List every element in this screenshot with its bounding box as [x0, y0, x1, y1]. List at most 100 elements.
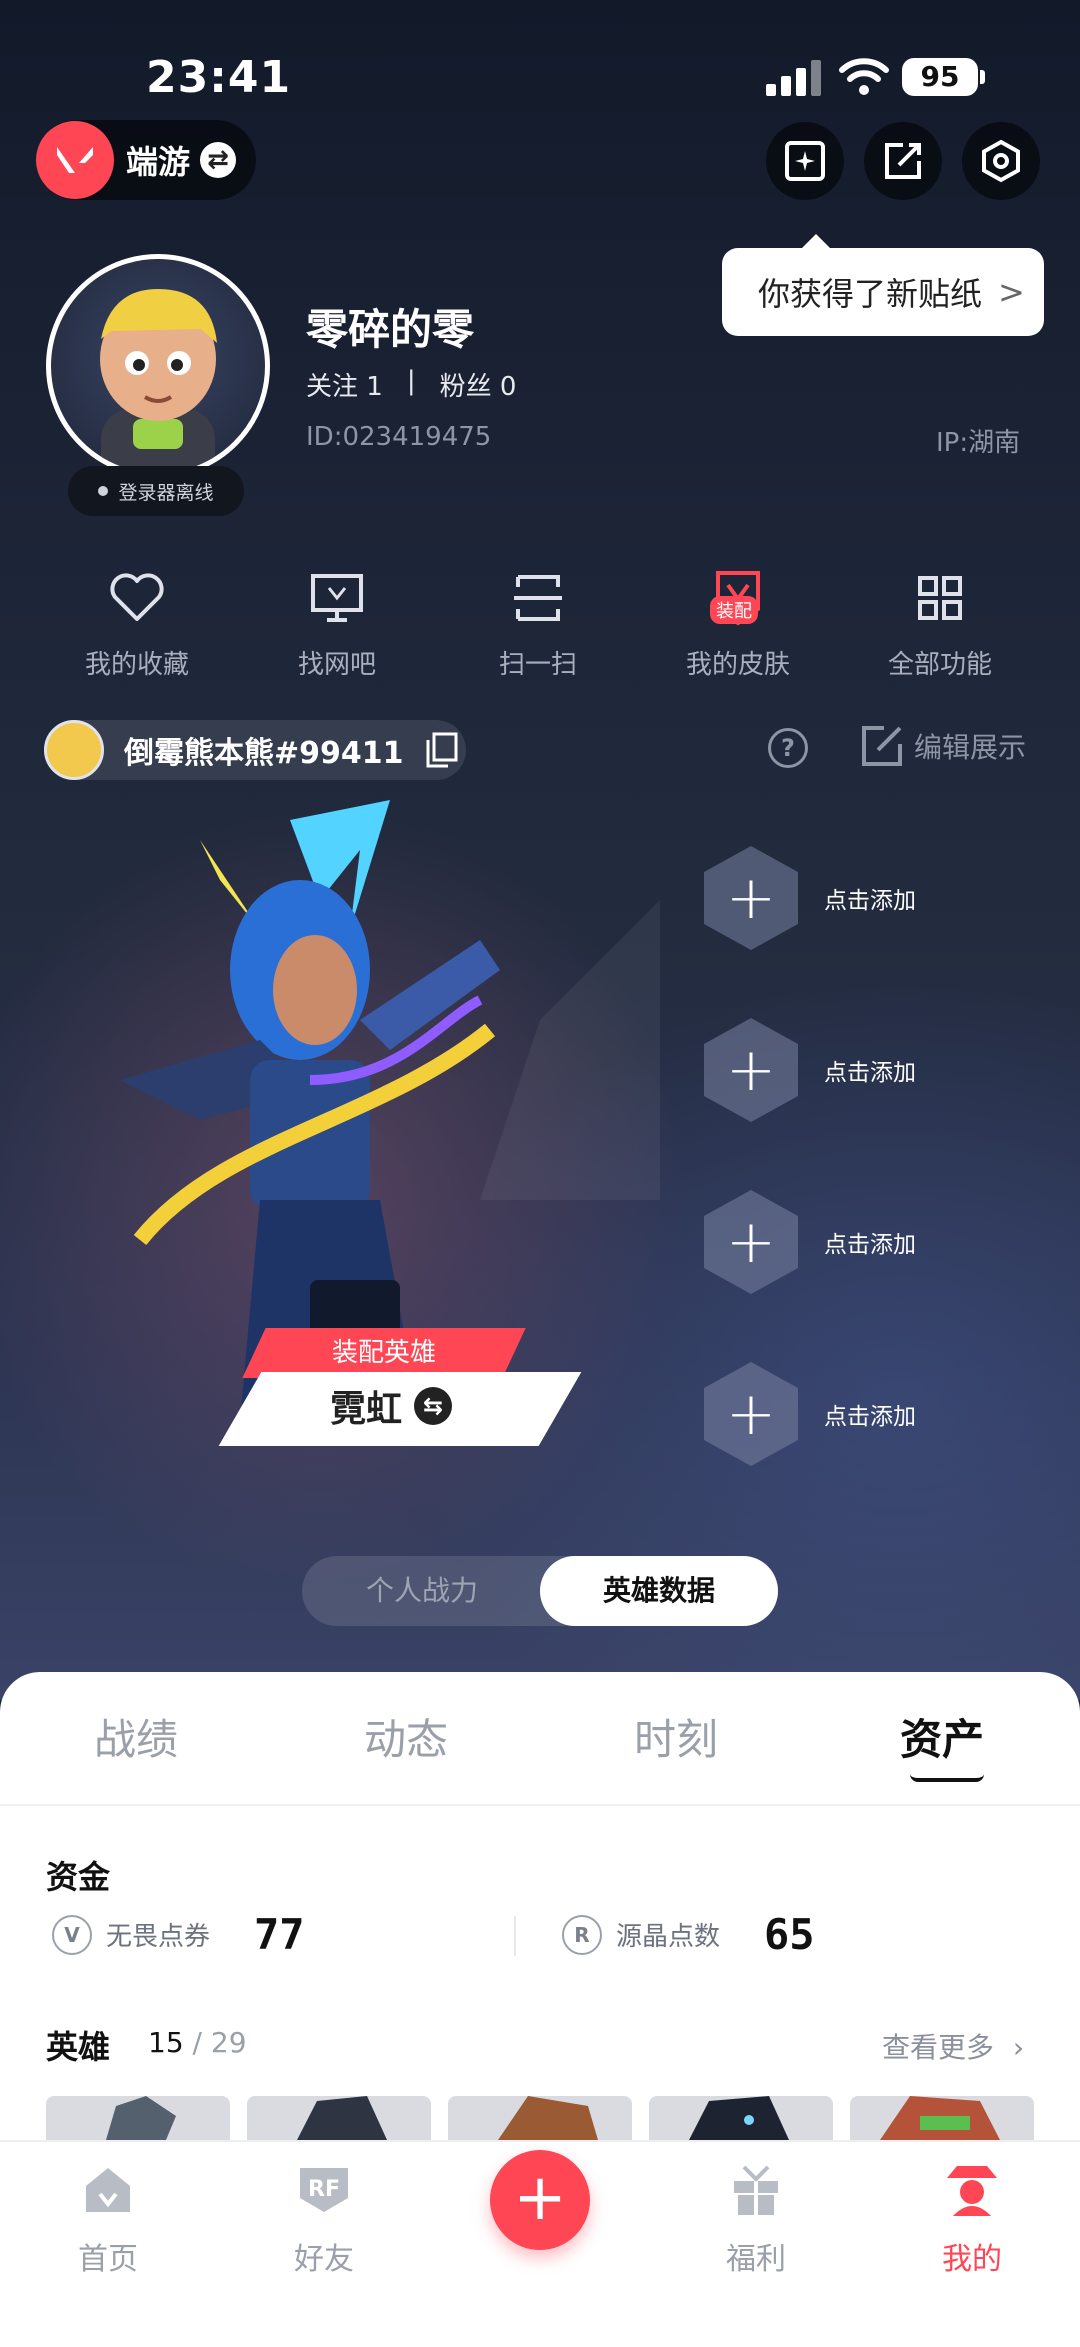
app-switcher[interactable]: 端游 ⇄: [36, 120, 256, 200]
edit-display-button[interactable]: 编辑展示: [860, 724, 1026, 768]
segment-hero-data[interactable]: 英雄数据: [540, 1556, 778, 1626]
status-dot: [98, 486, 109, 496]
monitor-icon: [311, 574, 363, 622]
add-slot-2[interactable]: + 点击添加: [704, 1018, 916, 1122]
scan-icon: [514, 575, 562, 621]
edit-display-label: 编辑展示: [914, 731, 1027, 764]
fund-value: 65: [764, 1910, 815, 1959]
hero-thumb-art: [297, 2096, 387, 2140]
sticker-icon: [785, 141, 825, 181]
fund-value: 77: [254, 1910, 305, 1959]
hero-thumbnail[interactable]: [46, 2096, 230, 2140]
nav-label: 福利: [726, 2242, 786, 2277]
add-slot-3[interactable]: + 点击添加: [704, 1190, 916, 1294]
heroes-total: / 29: [192, 2026, 247, 2059]
nav-home[interactable]: 首页: [38, 2160, 178, 2278]
game-account-avatar: [44, 720, 104, 780]
share-button[interactable]: [864, 122, 942, 200]
heart-icon: [110, 573, 164, 621]
sticker-tip-text: 你获得了新贴纸: [758, 275, 983, 313]
help-icon[interactable]: ?: [768, 728, 808, 768]
nav-me[interactable]: 我的: [902, 2160, 1042, 2278]
slot-label: 点击添加: [824, 1404, 916, 1430]
heroes-count: 15 / 29: [148, 2026, 247, 2059]
home-icon: [86, 2168, 130, 2212]
tab-assets[interactable]: 资产: [900, 1706, 984, 1767]
tab-moments[interactable]: 时刻: [634, 1706, 718, 1767]
fund-valorant-points: V 无畏点券 77: [52, 1910, 305, 1959]
friends-icon: RF: [300, 2168, 348, 2212]
hero-thumbnail[interactable]: [448, 2096, 632, 2140]
chevron-right-icon: >: [998, 273, 1025, 311]
gift-icon: [734, 2165, 778, 2215]
stats-separator: |: [406, 366, 416, 396]
following-count[interactable]: 关注 1: [306, 366, 383, 403]
quick-action-all-features[interactable]: 全部功能: [850, 566, 1030, 681]
quick-action-skins[interactable]: 装配 我的皮肤: [648, 566, 828, 681]
fund-radianite: R 源晶点数 65: [562, 1910, 815, 1959]
skin-equip-badge: 装配: [710, 596, 758, 624]
fans-count[interactable]: 粉丝 0: [440, 366, 517, 403]
view-more-link[interactable]: 查看更多 ›: [882, 2026, 1024, 2066]
quick-action-favorites[interactable]: 我的收藏: [47, 566, 227, 681]
quick-action-internet-cafe[interactable]: 找网吧: [247, 566, 427, 681]
tab-activity[interactable]: 动态: [364, 1706, 448, 1767]
hero-thumbnail[interactable]: [247, 2096, 431, 2140]
add-icon: +: [704, 846, 798, 950]
user-id: ID:023419475: [306, 422, 492, 452]
tab-record[interactable]: 战绩: [94, 1706, 178, 1767]
quick-action-label: 扫一扫: [498, 650, 577, 680]
settings-button[interactable]: [962, 122, 1040, 200]
nav-welfare[interactable]: 福利: [686, 2160, 826, 2278]
slot-label: 点击添加: [824, 888, 916, 914]
new-sticker-tooltip[interactable]: 你获得了新贴纸 >: [722, 234, 1044, 336]
avatar[interactable]: [46, 254, 270, 478]
battery-tip: [980, 70, 985, 84]
heroes-owned: 15: [148, 2026, 184, 2059]
funds-divider: [514, 1916, 516, 1956]
view-more-label: 查看更多: [882, 2031, 995, 2064]
copy-icon[interactable]: [424, 732, 458, 768]
hero-thumb-art: [106, 2096, 176, 2140]
nav-label: 首页: [78, 2242, 138, 2277]
add-icon: +: [704, 1190, 798, 1294]
quick-action-label: 找网吧: [297, 650, 376, 680]
add-slot-1[interactable]: + 点击添加: [704, 846, 916, 950]
sticker-button[interactable]: [766, 122, 844, 200]
equipped-hero-tag: 装配英雄: [242, 1328, 526, 1378]
funds-title: 资金: [46, 1858, 111, 1896]
game-account-pill[interactable]: 倒霉熊本熊#99411: [44, 720, 466, 780]
username: 零碎的零: [306, 305, 475, 354]
create-post-button[interactable]: +: [490, 2150, 590, 2250]
tabs-divider: [0, 1804, 1080, 1806]
swap-icon: ⇄: [200, 142, 237, 178]
wifi-icon: [839, 58, 889, 95]
equipped-hero-tag-text: 装配英雄: [331, 1338, 436, 1368]
svg-text:RF: RF: [308, 2177, 340, 2202]
segment-personal-power[interactable]: 个人战力: [302, 1556, 542, 1626]
quick-action-label: 全部功能: [887, 650, 992, 680]
add-slot-4[interactable]: + 点击添加: [704, 1362, 916, 1466]
hero-name: 霓虹: [330, 1389, 403, 1430]
nav-friends[interactable]: RF 好友: [254, 2160, 394, 2278]
gear-icon: [982, 139, 1020, 183]
hero-thumbnail[interactable]: [850, 2096, 1034, 2140]
nav-label: 我的: [942, 2242, 1002, 2277]
valorant-logo-icon: [36, 121, 114, 199]
radianite-icon: R: [562, 1914, 602, 1955]
avatar-character-icon: [100, 289, 217, 473]
fund-label: 源晶点数: [616, 1922, 721, 1952]
launcher-status-badge: 登录器离线: [68, 466, 244, 516]
hero-thumb-art: [498, 2096, 598, 2140]
quick-action-scan[interactable]: 扫一扫: [448, 566, 628, 681]
quick-action-label: 我的皮肤: [685, 650, 790, 680]
slot-label: 点击添加: [824, 1060, 916, 1086]
nav-label: 好友: [294, 2242, 354, 2277]
hero-name-plate-content[interactable]: 霓虹 ⇆: [330, 1380, 453, 1432]
add-icon: +: [704, 1018, 798, 1122]
battery-indicator: 95: [902, 58, 978, 96]
hero-thumbnail[interactable]: [649, 2096, 833, 2140]
valorant-points-icon: V: [52, 1914, 92, 1955]
follow-stats: 关注 1 | 粉丝 0: [306, 366, 516, 403]
ip-location: IP:湖南: [936, 428, 1021, 458]
